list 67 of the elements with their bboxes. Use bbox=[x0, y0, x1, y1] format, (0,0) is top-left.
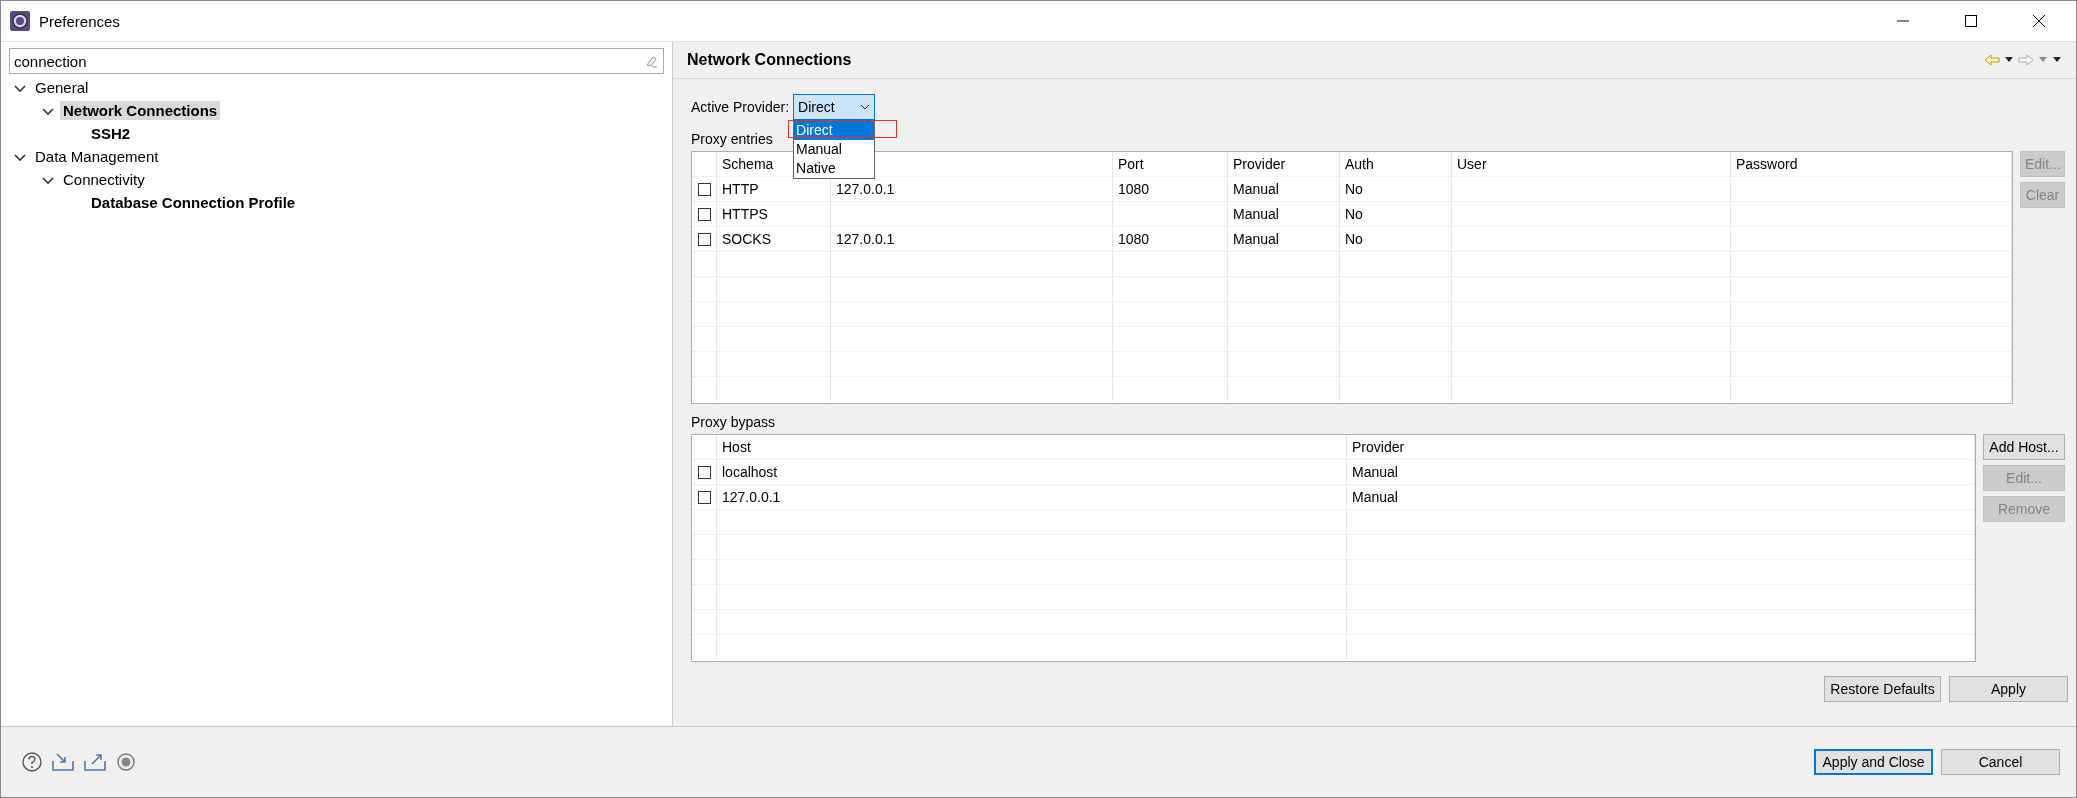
menu-triangle-icon[interactable] bbox=[2052, 56, 2062, 64]
table-cell: HTTPS bbox=[717, 201, 831, 226]
column-header: Auth bbox=[1340, 152, 1452, 176]
table-cell: localhost bbox=[717, 459, 1347, 484]
page-button[interactable]: Restore Defaults bbox=[1824, 676, 1941, 702]
table-cell: No bbox=[1340, 176, 1452, 201]
tree-item[interactable]: General bbox=[32, 78, 92, 97]
maximize-icon bbox=[1964, 14, 1978, 28]
section-label: Proxy entries bbox=[691, 131, 773, 147]
close-icon bbox=[2032, 14, 2046, 28]
table-cell: Manual bbox=[1228, 226, 1340, 251]
table-cell: 1080 bbox=[1113, 226, 1228, 251]
checkbox[interactable] bbox=[697, 182, 711, 196]
window-title: Preferences bbox=[39, 12, 121, 30]
table-cell: No bbox=[1340, 226, 1452, 251]
table-cell bbox=[692, 584, 717, 609]
table-cell bbox=[692, 301, 717, 326]
checkbox[interactable] bbox=[697, 207, 711, 221]
table-cell: 127.0.0.1 bbox=[831, 226, 1113, 251]
checkbox[interactable] bbox=[697, 465, 711, 479]
column-header: Password bbox=[1731, 152, 2012, 176]
table-cell bbox=[692, 276, 717, 301]
table-cell: 127.0.0.1 bbox=[831, 176, 1113, 201]
tree-item[interactable]: Network Connections bbox=[60, 101, 221, 120]
dialog-button[interactable]: Apply and Close bbox=[1814, 749, 1933, 775]
page-title: Network Connections bbox=[687, 51, 853, 69]
column-header: User bbox=[1452, 152, 1731, 176]
column-header: Host bbox=[717, 435, 1347, 459]
chevron-down-icon bbox=[860, 104, 871, 110]
table-cell: HTTP bbox=[717, 176, 831, 201]
table-cell bbox=[692, 634, 717, 659]
export-icon[interactable] bbox=[83, 751, 107, 773]
checkbox[interactable] bbox=[697, 232, 711, 246]
table-button[interactable]: Add Host... bbox=[1983, 434, 2065, 460]
section-label: Proxy bypass bbox=[691, 414, 776, 430]
table-cell: Manual bbox=[1347, 484, 1975, 509]
table-cell bbox=[692, 609, 717, 634]
field-label: Active Provider: bbox=[691, 99, 790, 115]
tree-item[interactable]: Database Connection Profile bbox=[88, 193, 299, 212]
table-cell: Manual bbox=[1228, 201, 1340, 226]
filter-field[interactable]: connection bbox=[9, 48, 664, 74]
checkbox[interactable] bbox=[697, 490, 711, 504]
table-cell: 127.0.0.1 bbox=[717, 484, 1347, 509]
page-button[interactable]: Apply bbox=[1949, 676, 2068, 702]
table-cell bbox=[692, 351, 717, 376]
table-cell: SOCKS bbox=[717, 226, 831, 251]
table-cell: Manual bbox=[1347, 459, 1975, 484]
table-cell: No bbox=[1340, 201, 1452, 226]
table-cell: Manual bbox=[1228, 176, 1340, 201]
record-icon[interactable] bbox=[115, 751, 137, 773]
gear-icon bbox=[9, 10, 31, 32]
column-header: Provider bbox=[1347, 435, 1975, 459]
provider-dropdown[interactable]: Direct bbox=[793, 94, 876, 120]
tree-item[interactable]: Data Management bbox=[32, 147, 162, 166]
table-cell bbox=[692, 534, 717, 559]
tree-item[interactable]: Connectivity bbox=[60, 170, 148, 189]
dropdown-triangle-icon[interactable] bbox=[2004, 56, 2014, 64]
tree-item[interactable]: SSH2 bbox=[88, 124, 134, 143]
table-cell bbox=[692, 376, 717, 401]
table-cell bbox=[692, 559, 717, 584]
help-icon[interactable] bbox=[21, 751, 43, 773]
column-header: Port bbox=[1113, 152, 1228, 176]
import-icon[interactable] bbox=[51, 751, 75, 773]
table-cell bbox=[692, 326, 717, 351]
dialog-button[interactable]: Cancel bbox=[1941, 749, 2060, 775]
table-cell: 1080 bbox=[1113, 176, 1228, 201]
column-header: Provider bbox=[1228, 152, 1340, 176]
